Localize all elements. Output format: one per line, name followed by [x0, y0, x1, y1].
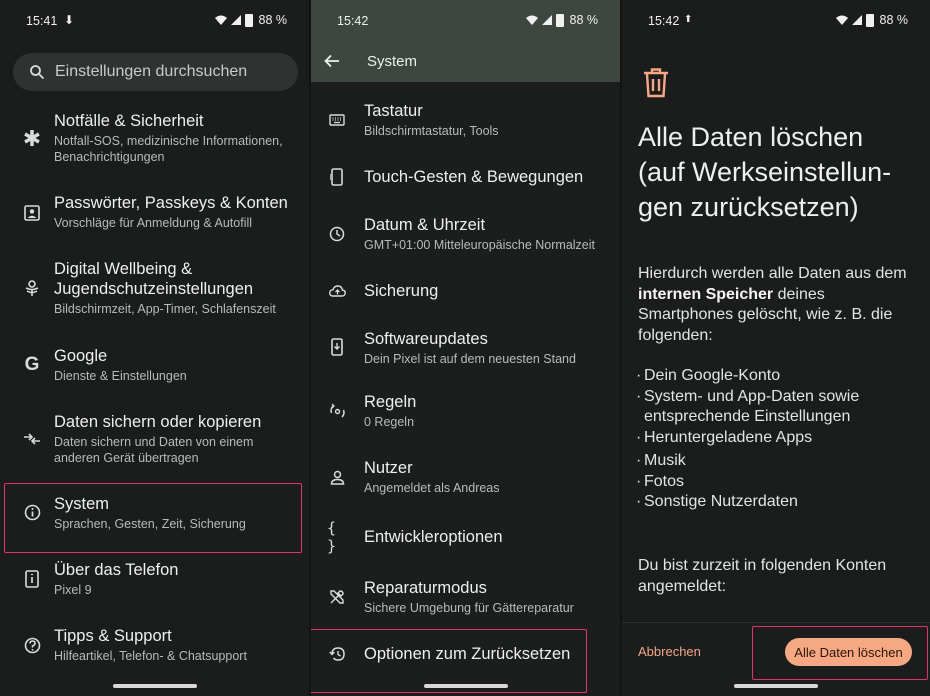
- cancel-button[interactable]: Abbrechen: [638, 644, 701, 659]
- transfer-icon: [22, 429, 42, 449]
- battery-level: 88 %: [569, 13, 599, 27]
- settings-item-subtitle: Sichere Umgebung für Gättereparatur: [364, 601, 574, 615]
- list-item: Dein Google-Konto: [636, 366, 926, 387]
- description-bold: internen Speicher: [638, 285, 774, 303]
- list-item: Musik: [636, 451, 926, 472]
- upload-indicator-icon: ⬆: [684, 14, 693, 25]
- status-bar: 15:42 ⬆ 88 %: [622, 0, 930, 40]
- account-box-icon: [22, 203, 42, 223]
- settings-item-title: Google: [54, 347, 108, 365]
- page-title: System: [367, 53, 418, 70]
- battery-icon: [555, 13, 564, 27]
- settings-item-subtitle: Vorschläge für Anmeldung & Autofill: [54, 216, 253, 230]
- braces-icon: { }: [327, 519, 337, 555]
- status-bar: 15:41 ⬇ 88 %: [0, 0, 309, 40]
- settings-item-subtitle: Notfall-SOS, medizinische Informationen,…: [54, 134, 283, 164]
- list-item: System- und App-Daten sowie entsprechend…: [636, 387, 926, 428]
- settings-item-title: Tastatur: [364, 102, 423, 120]
- wellbeing-icon: [22, 278, 42, 298]
- settings-item-subtitle: Bildschirmtastatur, Tools: [364, 124, 499, 138]
- status-time: 15:42: [648, 14, 680, 28]
- list-item: Sonstige Nutzerdaten: [636, 492, 926, 513]
- settings-item-title: Reparaturmodus: [364, 579, 487, 597]
- search-placeholder: Einstellungen durchsuchen: [55, 63, 248, 80]
- settings-item-title: Tipps & Support: [54, 627, 172, 645]
- battery-icon: [244, 13, 253, 27]
- settings-item-subtitle: Angemeldet als Andreas: [364, 481, 500, 495]
- settings-item-title: Touch-Gesten & Bewegungen: [364, 168, 584, 186]
- settings-item-subtitle: Pixel 9: [54, 583, 92, 597]
- settings-item-subtitle: GMT+01:00 Mitteleuropäische Normalzeit: [364, 238, 595, 252]
- battery-level: 88 %: [258, 13, 288, 27]
- signal-icon: [541, 15, 552, 25]
- gesture-nav-handle[interactable]: [734, 684, 818, 688]
- settings-item-title: Regeln: [364, 393, 417, 411]
- settings-item-title: Nutzer: [364, 459, 413, 477]
- settings-item-title: Sicherung: [364, 282, 439, 300]
- tools-icon: [327, 587, 347, 607]
- page-title: Alle Daten löschen (auf Werkseinstellun-…: [638, 120, 918, 225]
- settings-item-title: Daten sichern oder kopieren: [54, 413, 262, 431]
- settings-item-title: Über das Telefon: [54, 561, 179, 579]
- highlight-frame-system: [4, 483, 302, 553]
- phone-info-icon: [22, 569, 42, 589]
- settings-item-title: Datum & Uhrzeit: [364, 216, 486, 234]
- settings-item-subtitle: Bildschirmzeit, App-Timer, Schlafenszeit: [54, 302, 276, 316]
- status-bar: 15:42 88 %: [311, 0, 620, 40]
- highlight-frame-erase: [752, 626, 928, 680]
- settings-item-subtitle: Daten sichern und Daten von einem andere…: [54, 435, 254, 465]
- status-right: 88 %: [525, 13, 599, 27]
- trash-icon: [644, 68, 668, 98]
- search-icon: [30, 65, 45, 80]
- settings-item-title: Softwareupdates: [364, 330, 488, 348]
- settings-search-bar[interactable]: Einstellungen durchsuchen: [13, 53, 298, 91]
- list-item: Fotos: [636, 472, 926, 493]
- clock-icon: [327, 224, 347, 244]
- google-icon: G: [24, 354, 40, 375]
- settings-main-panel: 15:41 ⬇ 88 % Einstellungen durchsuchen ✱…: [0, 0, 309, 696]
- title-line: Alle Daten löschen: [638, 122, 864, 152]
- description-paragraph: Hierdurch werden alle Daten aus dem inte…: [638, 264, 918, 346]
- status-right: 88 %: [835, 13, 909, 27]
- settings-item-title: Notfälle & Sicherheit: [54, 112, 204, 130]
- settings-item-subtitle: Dienste & Einstellungen: [54, 369, 187, 383]
- data-list: Dein Google-Konto System- und App-Daten …: [636, 366, 926, 513]
- gesture-nav-handle[interactable]: [112, 684, 197, 688]
- title-line: (auf Werkseinstellun-: [638, 157, 892, 187]
- battery-level: 88 %: [879, 13, 909, 27]
- accounts-paragraph: Du bist zurzeit in folgenden Konten ange…: [638, 557, 887, 595]
- person-icon: [327, 467, 347, 487]
- settings-item-subtitle: Hilfeartikel, Telefon- & Chatsupport: [54, 649, 247, 663]
- signal-icon: [230, 15, 241, 25]
- battery-icon: [865, 13, 874, 27]
- status-time: 15:41: [26, 14, 58, 28]
- title-line: gen zurücksetzen): [638, 192, 859, 222]
- gesture-nav-handle[interactable]: [423, 684, 508, 688]
- factory-reset-panel: 15:42 ⬆ 88 % Alle Daten löschen (auf Wer…: [622, 0, 930, 696]
- description-text: Hierdurch werden alle Daten aus dem: [638, 265, 907, 282]
- help-icon: [22, 635, 42, 655]
- back-arrow-icon[interactable]: [323, 52, 341, 70]
- rules-icon: [327, 401, 347, 421]
- signal-icon: [851, 15, 862, 25]
- app-bar: System: [311, 40, 620, 82]
- settings-item-title: Passwörter, Passkeys & Konten: [54, 194, 288, 212]
- asterisk-icon: ✱: [22, 126, 42, 151]
- system-settings-panel: 15:42 88 % System Tastatur Bildschirmtas…: [311, 0, 620, 696]
- keyboard-icon: [327, 110, 347, 130]
- status-right: 88 %: [214, 13, 288, 27]
- status-time: 15:42: [337, 14, 369, 28]
- settings-item-title: Entwickleroptionen: [364, 528, 503, 546]
- settings-item-subtitle: 0 Regeln: [364, 415, 415, 429]
- settings-item-title: Digital Wellbeing & Jugendschutzeinstell…: [54, 260, 254, 298]
- list-item: Heruntergeladene Apps: [636, 428, 926, 449]
- system-update-icon: [327, 337, 347, 357]
- gesture-phone-icon: [327, 167, 347, 187]
- download-icon: ⬇: [64, 13, 75, 27]
- settings-item-subtitle: Dein Pixel ist auf dem neuesten Stand: [364, 352, 576, 366]
- wifi-icon: [525, 15, 538, 25]
- wifi-icon: [835, 15, 848, 25]
- wifi-icon: [214, 15, 227, 25]
- cloud-upload-icon: [327, 281, 347, 301]
